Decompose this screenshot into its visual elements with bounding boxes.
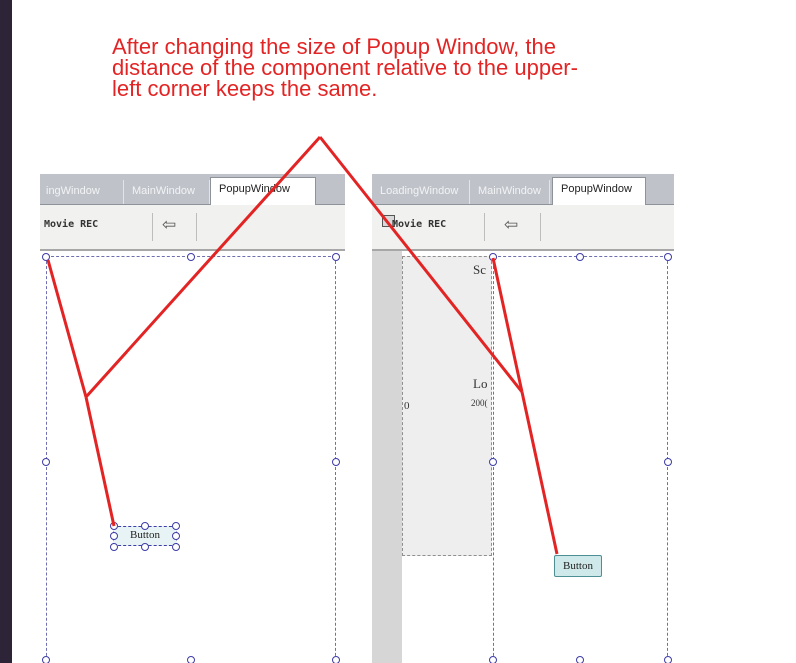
button-handle[interactable] bbox=[172, 522, 180, 530]
tab-main-window[interactable]: MainWindow bbox=[124, 180, 210, 204]
resize-handle-bottom-left[interactable] bbox=[42, 656, 50, 663]
toolbar-separator bbox=[484, 213, 485, 241]
caption-line-1: After changing the size of Popup Window,… bbox=[112, 34, 556, 59]
behind-text-fragment: 200( bbox=[471, 398, 488, 408]
behind-text-fragment: 0 bbox=[404, 400, 410, 412]
resize-handle-bottom-right[interactable] bbox=[332, 656, 340, 663]
resize-handle-bottom-middle[interactable] bbox=[576, 656, 584, 663]
tab-popup-window[interactable]: PopupWindow bbox=[552, 177, 646, 205]
resize-handle-left-middle[interactable] bbox=[42, 458, 50, 466]
resize-handle-left-middle[interactable] bbox=[489, 458, 497, 466]
button-handle[interactable] bbox=[110, 532, 118, 540]
movie-rec-button[interactable]: Movie REC bbox=[44, 219, 98, 230]
resize-handle-top-right[interactable] bbox=[332, 253, 340, 261]
button-handle[interactable] bbox=[141, 522, 149, 530]
resize-handle-bottom-right[interactable] bbox=[664, 656, 672, 663]
resize-handle-top-middle[interactable] bbox=[187, 253, 195, 261]
tab-bar: ingWindow MainWindow PopupWindow bbox=[40, 174, 345, 205]
popup-window-design-frame[interactable] bbox=[46, 256, 336, 663]
popup-button[interactable]: Button bbox=[554, 555, 602, 577]
behind-text-fragment: Lo bbox=[473, 376, 488, 391]
annotation-caption: After changing the size of Popup Window,… bbox=[112, 34, 752, 101]
button-handle[interactable] bbox=[172, 543, 180, 551]
button-handle[interactable] bbox=[172, 532, 180, 540]
back-arrow-icon[interactable]: ⇦ bbox=[504, 215, 518, 235]
resize-handle-top-left[interactable] bbox=[489, 253, 497, 261]
tab-loading-window[interactable]: ingWindow bbox=[40, 180, 124, 204]
resize-handle-right-middle[interactable] bbox=[332, 458, 340, 466]
popup-window-design-frame[interactable] bbox=[493, 256, 668, 663]
behind-text-fragment: Sc bbox=[473, 262, 486, 277]
tab-loading-window[interactable]: LoadingWindow bbox=[372, 180, 470, 204]
resize-handle-top-left[interactable] bbox=[42, 253, 50, 261]
button-handle[interactable] bbox=[141, 543, 149, 551]
tab-main-window[interactable]: MainWindow bbox=[470, 180, 550, 204]
right-designer-panel: LoadingWindow MainWindow PopupWindow Mov… bbox=[372, 174, 674, 663]
caption-line-3: left corner keeps the same. bbox=[112, 76, 378, 101]
toolbar: Movie REC ⇦ bbox=[40, 205, 345, 251]
button-handle[interactable] bbox=[110, 522, 118, 530]
canvas-gray-area bbox=[372, 251, 402, 663]
tab-popup-window[interactable]: PopupWindow bbox=[210, 177, 316, 205]
caption-line-2: distance of the component relative to th… bbox=[112, 55, 578, 80]
toolbar-separator bbox=[152, 213, 153, 241]
resize-handle-top-middle[interactable] bbox=[576, 253, 584, 261]
resize-handle-bottom-middle[interactable] bbox=[187, 656, 195, 663]
resize-handle-right-middle[interactable] bbox=[664, 458, 672, 466]
toolbar: Movie REC ⇦ bbox=[372, 205, 674, 251]
button-handle[interactable] bbox=[110, 543, 118, 551]
movie-rec-button[interactable]: Movie REC bbox=[392, 219, 446, 230]
toolbar-separator bbox=[540, 213, 541, 241]
toolbar-separator bbox=[196, 213, 197, 241]
back-arrow-icon[interactable]: ⇦ bbox=[162, 215, 176, 235]
tab-bar: LoadingWindow MainWindow PopupWindow bbox=[372, 174, 674, 205]
resize-handle-bottom-left[interactable] bbox=[489, 656, 497, 663]
left-designer-panel: ingWindow MainWindow PopupWindow Movie R… bbox=[40, 174, 345, 663]
resize-handle-top-right[interactable] bbox=[664, 253, 672, 261]
